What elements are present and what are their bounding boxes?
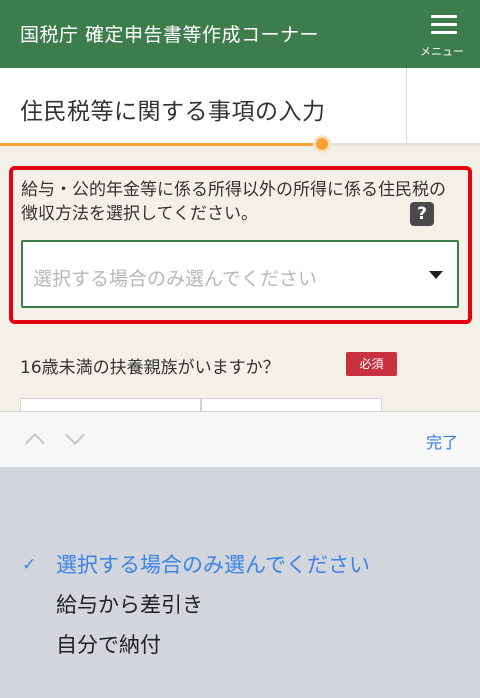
dependents-answer-group bbox=[20, 398, 382, 412]
picker-option-label: 選択する場合のみ選んでください bbox=[56, 553, 370, 577]
hamburger-icon bbox=[431, 15, 457, 35]
picker-option[interactable]: 自分で納付 bbox=[0, 625, 480, 665]
previous-field-icon[interactable] bbox=[25, 433, 45, 453]
picker-toolbar: 完了 bbox=[0, 411, 480, 467]
app-header: 国税庁 確定申告書等作成コーナー メニュー bbox=[0, 0, 480, 68]
page-title: 住民税等に関する事項の入力 bbox=[20, 99, 326, 125]
select-value: 選択する場合のみ選んでください bbox=[33, 268, 318, 290]
app-title: 国税庁 確定申告書等作成コーナー bbox=[20, 24, 320, 46]
picker-option[interactable]: ✓ 選択する場合のみ選んでください bbox=[0, 545, 480, 585]
picker-option[interactable]: 給与から差引き bbox=[0, 585, 480, 625]
caret-down-icon bbox=[429, 271, 443, 279]
tax-collection-question: 給与・公的年金等に係る所得以外の所得に係る住民税の徴収方法を選択してください。 bbox=[21, 180, 446, 224]
menu-label: メニュー bbox=[420, 45, 464, 58]
help-icon[interactable]: ? bbox=[410, 202, 434, 226]
checkmark-icon: ✓ bbox=[22, 555, 37, 575]
picker-option-label: 自分で納付 bbox=[56, 633, 161, 657]
picker-option-label: 給与から差引き bbox=[56, 593, 203, 617]
answer-option-1[interactable] bbox=[20, 398, 201, 412]
page-title-card: 住民税等に関する事項の入力 bbox=[0, 68, 480, 146]
menu-button[interactable]: メニュー bbox=[404, 0, 480, 68]
next-field-icon[interactable] bbox=[65, 425, 85, 445]
required-badge: 必須 bbox=[346, 352, 397, 376]
title-divider bbox=[406, 68, 407, 146]
progress-knob bbox=[312, 135, 331, 153]
done-button[interactable]: 完了 bbox=[426, 429, 458, 453]
option-picker[interactable]: ✓ 選択する場合のみ選んでください 給与から差引き 自分で納付 bbox=[0, 467, 480, 698]
answer-option-2[interactable] bbox=[201, 398, 382, 412]
dependents-question: 16歳未満の扶養親族がいますか？ bbox=[20, 358, 280, 378]
progress-fill bbox=[0, 143, 322, 146]
collection-method-select[interactable]: 選択する場合のみ選んでください bbox=[21, 240, 459, 308]
